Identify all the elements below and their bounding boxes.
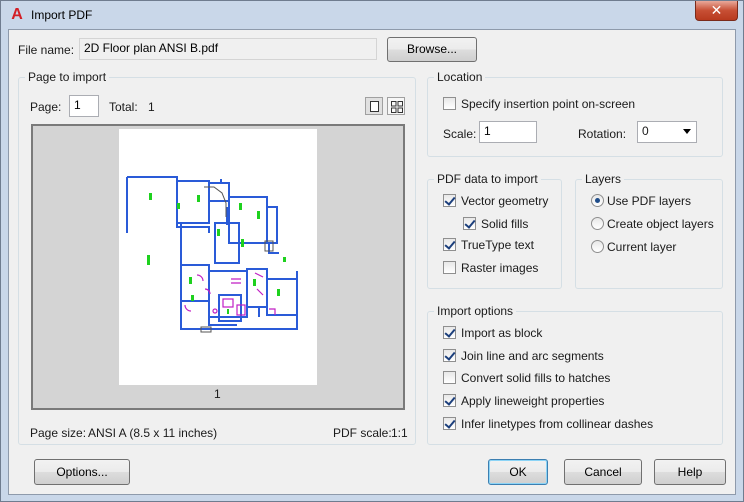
truetype-text-checkbox[interactable] <box>443 238 456 251</box>
scale-input[interactable]: 1 <box>479 121 537 143</box>
page-label: Page: <box>30 100 62 114</box>
import-options-title: Import options <box>434 304 517 318</box>
page-to-import-group: Page to import Page: 1 Total: 1 1 Page s… <box>18 70 416 445</box>
ok-button[interactable]: OK <box>488 459 548 485</box>
page-thumbnail <box>119 129 317 385</box>
solid-fills-checkbox[interactable] <box>463 217 476 230</box>
truetype-text-label[interactable]: TrueType text <box>461 238 534 252</box>
apply-lineweight-label[interactable]: Apply lineweight properties <box>461 394 604 408</box>
window-title: Import PDF <box>31 8 93 22</box>
pdf-scale-value: 1:1 <box>391 426 408 440</box>
total-label: Total: <box>109 100 138 114</box>
raster-images-label[interactable]: Raster images <box>461 261 538 275</box>
thumbnail-view-toggle[interactable] <box>387 97 405 115</box>
specify-insertion-checkbox[interactable] <box>443 97 456 110</box>
dropdown-arrow-icon <box>683 129 691 134</box>
autocad-logo-icon: A <box>11 6 23 23</box>
cancel-button-label: Cancel <box>584 465 622 479</box>
infer-linetypes-label[interactable]: Infer linetypes from collinear dashes <box>461 417 653 431</box>
apply-lineweight-checkbox[interactable] <box>443 394 456 407</box>
use-pdf-layers-label[interactable]: Use PDF layers <box>607 194 691 208</box>
file-name-label: File name: <box>18 43 75 57</box>
layers-group: Layers Use PDF layers Create object laye… <box>575 172 723 289</box>
page-size-label: Page size: <box>30 426 87 440</box>
current-layer-radio[interactable] <box>591 240 604 253</box>
close-button[interactable]: ✕ <box>695 1 738 21</box>
page-preview[interactable]: 1 <box>31 124 405 410</box>
rotation-label: Rotation: <box>578 127 627 141</box>
current-layer-label[interactable]: Current layer <box>607 240 676 254</box>
raster-images-checkbox[interactable] <box>443 261 456 274</box>
options-button[interactable]: Options... <box>34 459 130 485</box>
create-object-layers-label[interactable]: Create object layers <box>607 217 714 231</box>
single-page-icon <box>370 101 379 112</box>
import-as-block-checkbox[interactable] <box>443 326 456 339</box>
floor-plan-drawing <box>126 176 298 333</box>
rotation-select-value: 0 <box>642 124 649 138</box>
rotation-select[interactable]: 0 <box>637 121 697 143</box>
infer-linetypes-checkbox[interactable] <box>443 417 456 430</box>
ok-button-label: OK <box>509 465 527 479</box>
page-to-import-title: Page to import <box>25 70 110 84</box>
create-object-layers-radio[interactable] <box>591 217 604 230</box>
join-segments-checkbox[interactable] <box>443 349 456 362</box>
total-value: 1 <box>148 100 155 114</box>
browse-button[interactable]: Browse... <box>387 37 477 62</box>
file-name-field[interactable]: 2D Floor plan ANSI B.pdf <box>79 38 377 60</box>
browse-button-label: Browse... <box>406 42 457 56</box>
help-button-label: Help <box>677 465 703 479</box>
convert-fills-checkbox[interactable] <box>443 371 456 384</box>
title-bar: A Import PDF ✕ <box>1 1 743 29</box>
scale-label: Scale: <box>443 127 477 141</box>
help-button[interactable]: Help <box>654 459 726 485</box>
solid-fills-label[interactable]: Solid fills <box>481 217 528 231</box>
options-button-label: Options... <box>56 465 108 479</box>
join-segments-label[interactable]: Join line and arc segments <box>461 349 604 363</box>
use-pdf-layers-radio[interactable] <box>591 194 604 207</box>
convert-fills-label[interactable]: Convert solid fills to hatches <box>461 371 610 385</box>
import-as-block-label[interactable]: Import as block <box>461 326 542 340</box>
page-number-input[interactable]: 1 <box>69 95 99 117</box>
pdf-data-title: PDF data to import <box>434 172 541 186</box>
location-group: Location Specify insertion point on-scre… <box>427 70 723 157</box>
layers-title: Layers <box>582 172 625 186</box>
import-options-group: Import options Import as block Join line… <box>427 304 723 445</box>
single-page-view-toggle[interactable] <box>365 97 383 115</box>
specify-insertion-label[interactable]: Specify insertion point on-screen <box>461 97 635 111</box>
location-title: Location <box>434 70 486 84</box>
dialog-client-area: File name: 2D Floor plan ANSI B.pdf Brow… <box>8 29 736 495</box>
cancel-button[interactable]: Cancel <box>564 459 642 485</box>
import-pdf-dialog: A Import PDF ✕ File name: 2D Floor plan … <box>0 0 744 502</box>
grid-icon <box>391 101 403 116</box>
page-size-value: ANSI A (8.5 x 11 inches) <box>88 426 218 440</box>
pdf-data-group: PDF data to import Vector geometry Solid… <box>427 172 562 289</box>
pdf-scale-label: PDF scale: <box>333 426 392 440</box>
thumbnail-caption: 1 <box>214 387 221 401</box>
vector-geometry-checkbox[interactable] <box>443 194 456 207</box>
vector-geometry-label[interactable]: Vector geometry <box>461 194 548 208</box>
